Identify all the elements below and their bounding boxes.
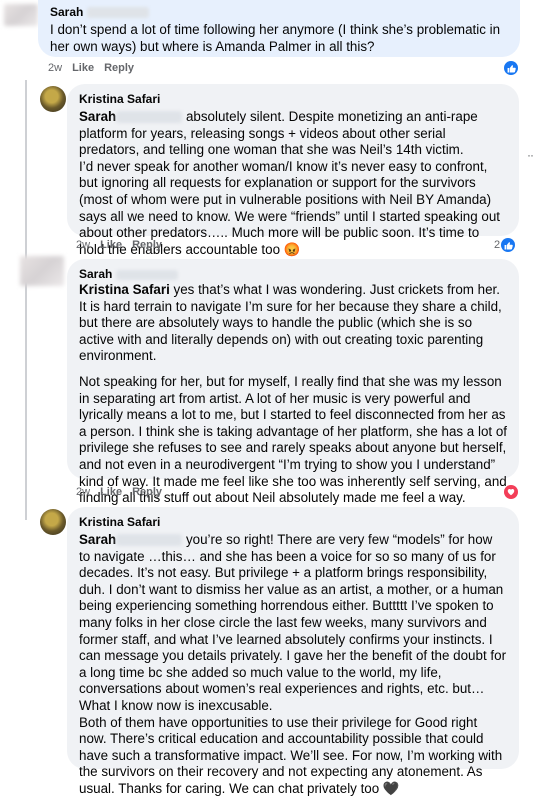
reply-button[interactable]: Reply [132,486,162,498]
blurred-name [116,111,183,124]
love-reaction-icon[interactable] [504,485,518,499]
mention-link[interactable]: Sarah [79,532,116,547]
comment-paragraph: Sarah absolutely silent. Despite monetiz… [79,109,507,159]
avatar[interactable] [20,256,64,286]
avatar[interactable] [4,4,38,26]
comment-bubble: Sarah Kristina Safari yes that’s what I … [67,259,519,505]
avatar[interactable] [40,509,66,535]
reply-button[interactable]: Reply [132,239,162,251]
comment-bubble: Kristina Safari Sarah absolutely silent.… [67,84,519,257]
timestamp[interactable]: 2w [76,486,90,498]
comment-text: Kristina Safari yes that’s what I was wo… [79,282,507,507]
comment-bubble: Kristina Safari Sarah you’re so right! T… [67,507,519,796]
like-button[interactable]: Like [100,239,122,251]
comment-paragraph: Kristina Safari yes that’s what I was wo… [79,282,507,365]
author-name[interactable]: Kristina Safari [79,92,507,106]
comment-actions: 2w Like Reply [48,62,144,74]
reply-button[interactable]: Reply [104,62,134,74]
comment-paragraph: I don’t spend a lot of time following he… [50,22,501,54]
blurred-name [116,534,183,547]
mention-link[interactable]: Sarah [79,109,116,124]
thread-line [25,80,27,520]
avatar[interactable] [40,86,66,112]
reaction-count-number: 2 [494,239,501,251]
comment-bubble: Sarah I don’t spend a lot of time follow… [38,0,520,57]
like-reaction-icon [501,238,516,252]
author-name[interactable]: Kristina Safari [79,515,507,529]
comment-text: I don’t spend a lot of time following he… [50,22,508,55]
reaction-count[interactable]: 2 [494,238,516,252]
author-name[interactable]: Sarah [79,267,112,281]
comment-actions: 2w Like Reply [76,486,172,498]
comment-actions: 2w Like Reply [76,239,172,251]
timestamp[interactable]: 2w [76,239,90,251]
comment-author[interactable]: Sarah [79,267,507,281]
more-options-icon[interactable]: ·· [527,148,534,162]
comment-paragraph-body: you’re so right! There are very few “mod… [79,532,507,713]
timestamp[interactable]: 2w [48,62,62,74]
comment-paragraph: Sarah you’re so right! There are very fe… [79,532,507,715]
blurred-name [115,269,178,280]
author-name[interactable]: Sarah [50,5,83,19]
comment-text: Sarah absolutely silent. Despite monetiz… [79,109,507,258]
like-reaction-icon[interactable] [504,61,518,75]
comment-text: Sarah you’re so right! There are very fe… [79,532,507,798]
comment-paragraph: Both of them have opportunities to use t… [79,714,503,796]
like-button[interactable]: Like [100,486,122,498]
mention-link[interactable]: Kristina Safari [79,282,170,297]
like-button[interactable]: Like [72,62,94,74]
blurred-name [86,7,149,19]
comment-author[interactable]: Sarah [50,5,508,19]
